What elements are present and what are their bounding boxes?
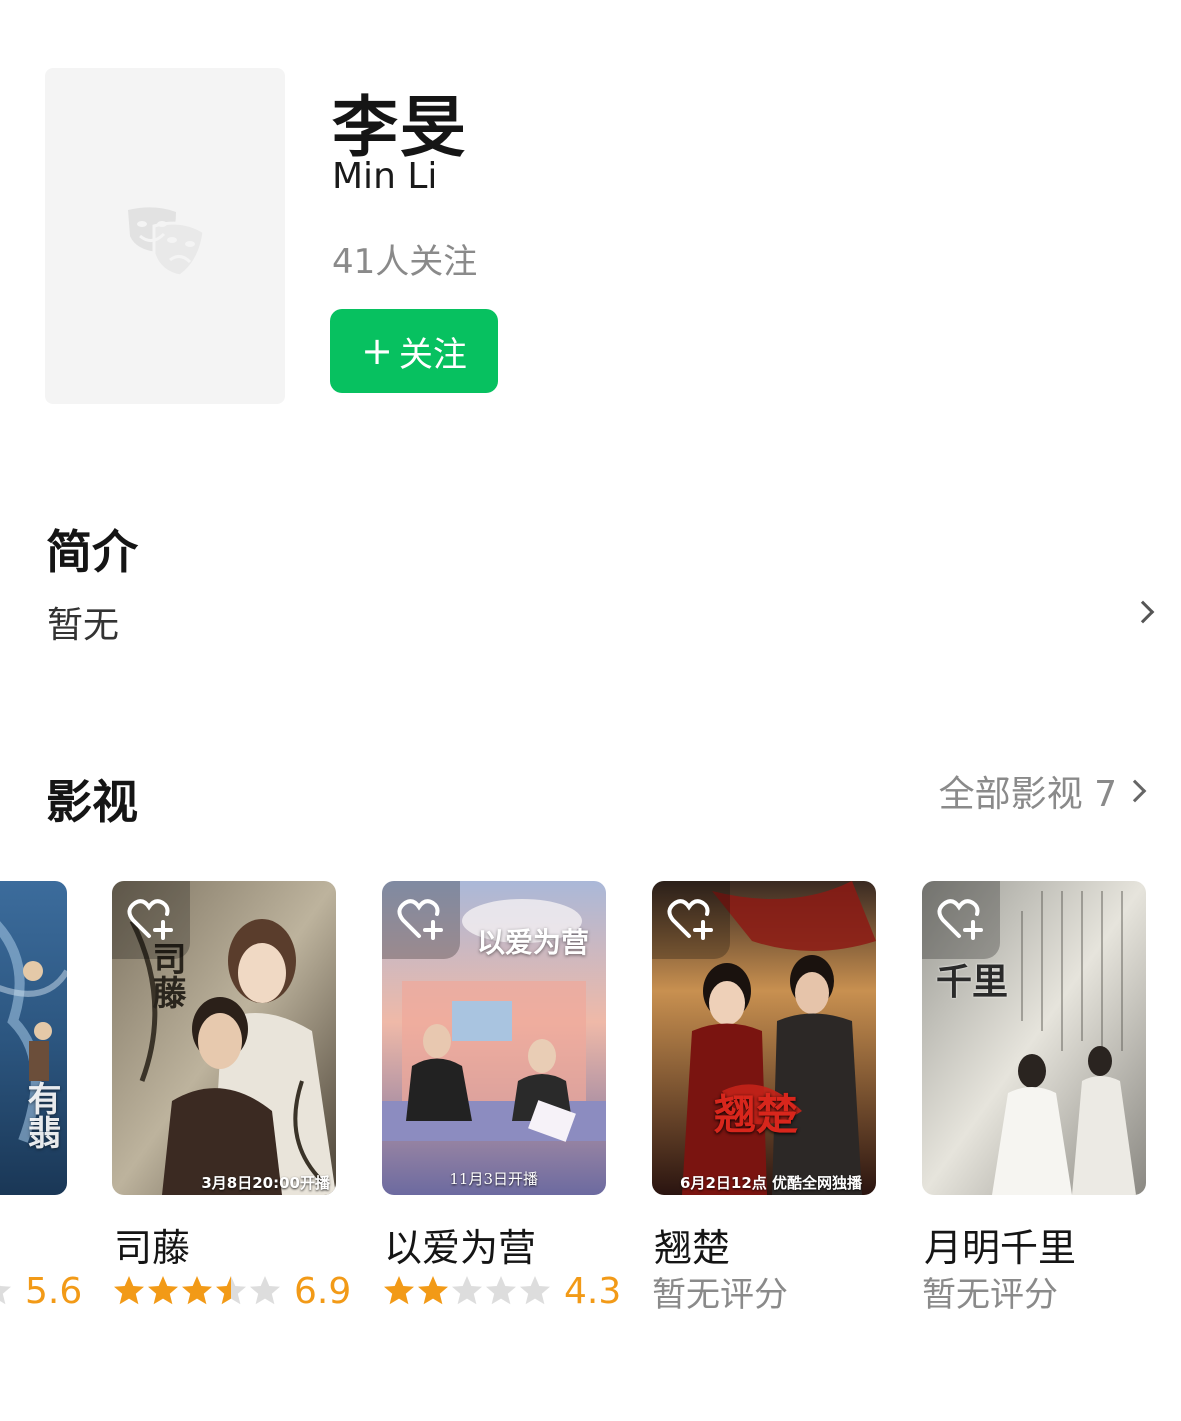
rating-row: 暂无评分 [652, 1271, 892, 1315]
heart-plus-icon [667, 899, 713, 940]
movie-poster[interactable]: 以爱为营 11月3日开播 [382, 881, 606, 1195]
movie-title[interactable]: 月明千里 [924, 1217, 1076, 1272]
follower-count: 41人关注 [332, 242, 478, 282]
poster-title-art: 以爱为营 [477, 926, 590, 959]
heart-plus-icon [397, 899, 443, 940]
movie-card[interactable]: 有翡 有翡 5.6 [0, 881, 82, 1312]
star-icon [114, 1276, 144, 1305]
movie-poster[interactable]: 有翡 [0, 881, 67, 1195]
movie-title[interactable]: 翘楚 [654, 1217, 730, 1272]
rating-row: 5.6 [0, 1270, 83, 1312]
avatar-placeholder [45, 68, 285, 404]
rating-score: 6.9 [294, 1270, 352, 1312]
star-icon [486, 1276, 516, 1305]
rating-row: 暂无评分 [922, 1271, 1162, 1315]
star-icon [384, 1276, 414, 1305]
star-icon [182, 1276, 212, 1305]
star-icon [216, 1276, 246, 1305]
poster-title-art: 翘楚 [714, 1090, 799, 1139]
star-rating [112, 1274, 282, 1308]
heart-plus-icon [127, 899, 173, 940]
rating-score: 4.3 [564, 1270, 622, 1312]
intro-chevron-right-icon[interactable] [1131, 600, 1155, 624]
actor-name-en: Min Li [332, 156, 438, 197]
movie-title[interactable]: 司藤 [114, 1217, 190, 1272]
rating-row: 4.3 [382, 1270, 622, 1312]
favorite-button[interactable] [652, 881, 730, 959]
star-rating [0, 1274, 13, 1308]
poster-title-art: 千里 [936, 961, 1009, 1003]
heart-plus-icon [937, 899, 983, 940]
star-icon [418, 1276, 448, 1305]
movie-poster[interactable]: 千里 [922, 881, 1146, 1195]
follow-button-label: 关注 [398, 334, 467, 375]
all-movies-link[interactable]: 全部影视 7 [938, 768, 1147, 815]
intro-text[interactable]: 暂无 [47, 596, 119, 648]
movies-title: 影视 [46, 775, 138, 829]
theater-mask-icon [128, 207, 206, 278]
movie-poster[interactable]: 翘楚 6月2日12点 优酷全网独播 [652, 881, 876, 1195]
poster-caption: 6月2日12点 优酷全网独播 [680, 1174, 862, 1192]
star-icon [250, 1276, 280, 1305]
all-movies-label: 全部影视 7 [938, 774, 1117, 815]
favorite-button[interactable] [382, 881, 460, 959]
favorite-button[interactable] [922, 881, 1000, 959]
star-icon [452, 1276, 482, 1305]
poster-caption: 11月3日开播 [449, 1170, 538, 1188]
rating-row: 6.9 [112, 1270, 352, 1312]
poster-title-art: 有翡 [21, 1081, 61, 1149]
follow-button[interactable]: + 关注 [330, 309, 498, 393]
movie-card[interactable]: 翘楚 6月2日12点 优酷全网独播 翘楚 暂无评分 [652, 881, 876, 1315]
movie-card[interactable]: 司藤 3月8日20:00开播 司藤 6.9 [112, 881, 351, 1312]
movie-card[interactable]: 千里 月明千里 暂无评分 [922, 881, 1146, 1315]
movie-title[interactable]: 以爱为营 [384, 1217, 536, 1272]
actor-page: 李旻 Min Li 41人关注 + 关注 简介 暂无 影视 全部影视 7 有翡 … [0, 0, 1181, 1421]
chevron-right-icon [1123, 779, 1147, 803]
plus-icon: + [361, 329, 393, 373]
intro-title: 简介 [46, 525, 138, 579]
no-rating-text: 暂无评分 [922, 1274, 1058, 1315]
no-rating-text: 暂无评分 [652, 1274, 788, 1315]
star-rating [382, 1274, 552, 1308]
rating-score: 5.6 [25, 1270, 83, 1312]
star-icon [520, 1276, 550, 1305]
star-icon [0, 1285, 11, 1305]
star-icon [148, 1276, 178, 1305]
favorite-button[interactable] [112, 881, 190, 959]
movie-card[interactable]: 以爱为营 11月3日开播 以爱为营 4.3 [382, 881, 621, 1312]
movie-poster[interactable]: 司藤 3月8日20:00开播 [112, 881, 336, 1195]
poster-caption: 3月8日20:00开播 [201, 1174, 330, 1192]
